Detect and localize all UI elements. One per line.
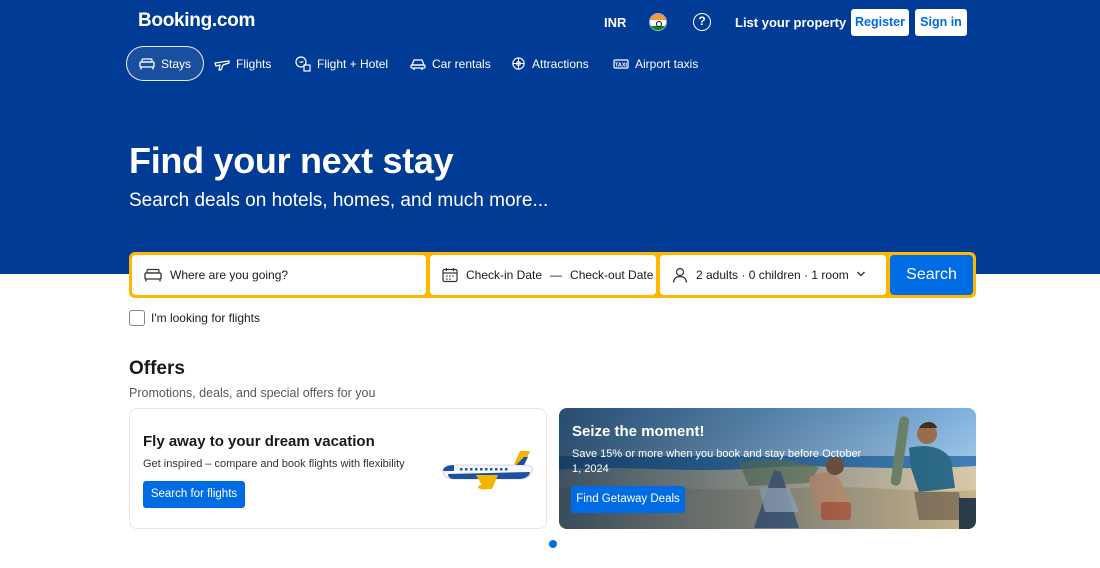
offer-card-getaway: Seize the moment! Save 15% or more when … bbox=[559, 408, 976, 529]
offers-subtitle: Promotions, deals, and special offers fo… bbox=[129, 386, 376, 400]
date-separator: — bbox=[550, 268, 563, 282]
attractions-icon bbox=[512, 57, 525, 70]
checkout-label: Check-out Date bbox=[570, 268, 654, 282]
chevron-down-icon bbox=[857, 271, 865, 277]
logo[interactable]: Booking.com bbox=[138, 10, 255, 32]
svg-text:TAXI: TAXI bbox=[615, 62, 628, 68]
tab-label: Attractions bbox=[532, 56, 589, 71]
tab-attractions[interactable]: Attractions bbox=[511, 46, 589, 81]
find-getaway-deals-button[interactable]: Find Getaway Deals bbox=[571, 486, 685, 513]
hero-title: Find your next stay bbox=[129, 140, 454, 181]
register-button[interactable]: Register bbox=[851, 9, 909, 36]
destination-field[interactable]: Where are you going? bbox=[132, 255, 426, 295]
offer-card-description: Save 15% or more when you book and stay … bbox=[572, 448, 862, 475]
offer-card-flights: Fly away to your dream vacation Get insp… bbox=[129, 408, 547, 529]
destination-placeholder: Where are you going? bbox=[170, 268, 289, 282]
guests-label: 2 adults · 0 children · 1 room bbox=[696, 268, 849, 282]
flight-hotel-icon bbox=[295, 55, 311, 72]
offer-card-title: Seize the moment! bbox=[572, 423, 705, 440]
top-bar: Booking.com INR ? List your property Reg… bbox=[0, 0, 1100, 46]
tab-label: Car rentals bbox=[432, 56, 491, 71]
india-flag-icon[interactable] bbox=[649, 13, 667, 31]
plane-icon bbox=[214, 59, 230, 71]
search-button[interactable]: Search bbox=[890, 255, 973, 295]
flights-checkbox[interactable] bbox=[129, 310, 145, 326]
tab-airport-taxis[interactable]: TAXI Airport taxis bbox=[613, 46, 698, 81]
car-icon bbox=[410, 58, 426, 70]
taxi-icon: TAXI bbox=[613, 58, 629, 69]
offer-card-description: Get inspired – compare and book flights … bbox=[143, 458, 405, 470]
sign-in-button[interactable]: Sign in bbox=[915, 9, 967, 36]
tab-label: Airport taxis bbox=[635, 56, 699, 71]
flights-checkbox-row[interactable]: I'm looking for flights bbox=[129, 310, 260, 326]
flights-checkbox-label: I'm looking for flights bbox=[151, 311, 261, 325]
search-flights-button[interactable]: Search for flights bbox=[143, 481, 245, 508]
tab-flight-hotel[interactable]: Flight + Hotel bbox=[295, 46, 388, 81]
tab-car-rentals[interactable]: Car rentals bbox=[410, 46, 491, 81]
tab-label: Flights bbox=[236, 56, 272, 71]
person-icon bbox=[672, 267, 688, 283]
currency-selector[interactable]: INR bbox=[604, 15, 626, 30]
guests-field[interactable]: 2 adults · 0 children · 1 room bbox=[660, 255, 886, 295]
hero-subtitle: Search deals on hotels, homes, and much … bbox=[129, 190, 549, 211]
help-icon[interactable]: ? bbox=[693, 13, 711, 31]
list-property-link[interactable]: List your property bbox=[735, 15, 846, 30]
tab-label: Stays bbox=[161, 56, 192, 71]
search-box: Where are you going? Check-in Date — Che… bbox=[129, 252, 976, 298]
tab-flights[interactable]: Flights bbox=[214, 46, 271, 81]
calendar-icon bbox=[442, 268, 458, 283]
checkin-label: Check-in Date bbox=[466, 268, 543, 282]
tab-stays[interactable]: Stays bbox=[126, 46, 205, 81]
date-range-field[interactable]: Check-in Date — Check-out Date bbox=[430, 255, 656, 295]
tab-label: Flight + Hotel bbox=[317, 56, 389, 71]
offers-title: Offers bbox=[129, 358, 185, 379]
bed-icon bbox=[139, 57, 155, 69]
airplane-illustration bbox=[442, 451, 534, 490]
bed-icon bbox=[144, 268, 162, 282]
offer-card-title: Fly away to your dream vacation bbox=[143, 433, 375, 450]
carousel-dot[interactable] bbox=[549, 540, 557, 548]
